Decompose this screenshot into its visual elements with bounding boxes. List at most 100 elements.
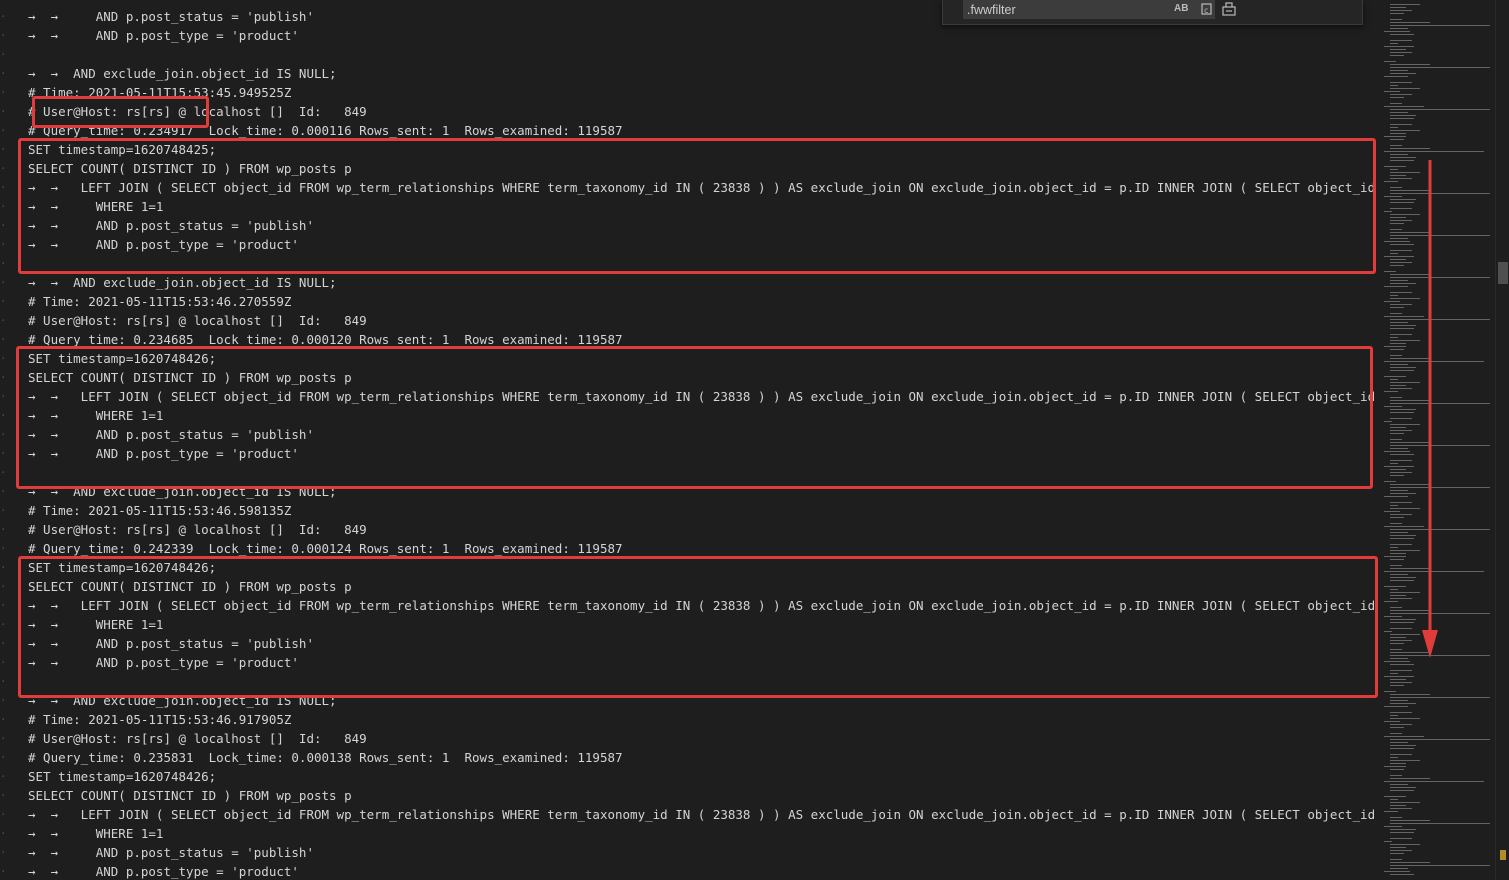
minimap-line xyxy=(1390,175,1406,176)
minimap-line xyxy=(1390,178,1412,179)
scrollbar-thumb[interactable] xyxy=(1498,262,1508,284)
code-line[interactable]: SET timestamp=1620748426; xyxy=(28,767,216,786)
minimap-line xyxy=(1390,343,1406,344)
minimap-line xyxy=(1390,337,1398,338)
code-line[interactable]: → → LEFT JOIN ( SELECT object_id FROM wp… xyxy=(28,805,1380,824)
minimap-line xyxy=(1390,847,1406,848)
vertical-scrollbar[interactable] xyxy=(1495,0,1509,880)
code-line[interactable]: # Time: 2021-05-11T15:53:46.917905Z xyxy=(28,710,291,729)
code-line[interactable]: # User@Host: rs[rs] @ localhost [] Id: 8… xyxy=(28,311,367,330)
match-case-toggle[interactable]: AB xyxy=(1174,1,1188,17)
minimap-line xyxy=(1384,481,1396,482)
code-line[interactable]: → → AND p.post_status = 'publish' xyxy=(28,843,314,862)
gutter-marker: · xyxy=(0,710,5,729)
minimap-line xyxy=(1390,259,1406,260)
minimap-line xyxy=(1390,364,1408,365)
minimap-line xyxy=(1390,253,1398,254)
minimap-line xyxy=(1390,322,1408,323)
minimap-line xyxy=(1390,622,1414,623)
minimap-line xyxy=(1390,103,1402,104)
minimap-line xyxy=(1384,406,1402,407)
code-line[interactable]: # Query_time: 0.235831 Lock_time: 0.0001… xyxy=(28,748,623,767)
minimap-line xyxy=(1390,742,1408,743)
minimap-line xyxy=(1390,670,1412,671)
minimap-line xyxy=(1390,424,1420,425)
minimap-line xyxy=(1390,307,1404,308)
preserve-case-icon[interactable] xyxy=(1221,1,1237,17)
minimap-line xyxy=(1390,850,1412,851)
minimap-line xyxy=(1390,454,1414,455)
minimap-line xyxy=(1390,199,1416,200)
minimap-line xyxy=(1390,115,1416,116)
gutter-marker: · xyxy=(0,235,5,254)
minimap-line xyxy=(1390,769,1404,770)
code-line[interactable]: # User@Host: rs[rs] @ localhost [] Id: 8… xyxy=(28,729,367,748)
query-block-highlight-1 xyxy=(18,138,1376,274)
minimap-line xyxy=(1384,346,1406,347)
minimap-line xyxy=(1390,550,1420,551)
minimap-line xyxy=(1390,88,1420,89)
minimap-line xyxy=(1384,91,1400,92)
code-line[interactable]: # Time: 2021-05-11T15:53:46.598135Z xyxy=(28,501,291,520)
minimap-line xyxy=(1390,7,1406,8)
minimap-line xyxy=(1384,31,1410,32)
code-line[interactable]: # Time: 2021-05-11T15:53:46.270559Z xyxy=(28,292,291,311)
minimap-line xyxy=(1390,790,1414,791)
minimap-line xyxy=(1390,529,1490,530)
gutter-marker: · xyxy=(0,330,5,349)
minimap-line xyxy=(1390,85,1398,86)
minimap-line xyxy=(1390,124,1412,125)
gutter-marker: · xyxy=(0,577,5,596)
gutter-marker: · xyxy=(0,102,5,121)
minimap-line xyxy=(1390,97,1404,98)
minimap-line xyxy=(1384,391,1398,392)
code-line[interactable]: → → AND p.post_type = 'product' xyxy=(28,26,299,45)
minimap-line xyxy=(1390,169,1398,170)
gutter-marker: · xyxy=(0,729,5,748)
minimap-line xyxy=(1390,658,1408,659)
minimap-line xyxy=(1384,661,1410,662)
minimap-line xyxy=(1390,112,1408,113)
minimap-line xyxy=(1390,472,1412,473)
minimap-line xyxy=(1390,127,1398,128)
gutter-marker: · xyxy=(0,748,5,767)
minimap-line xyxy=(1384,136,1406,137)
code-editor[interactable]: · → → AND p.post_status = 'publish' · → → A… xyxy=(0,0,1380,880)
code-line[interactable]: → → AND p.post_status = 'publish' xyxy=(28,7,314,26)
minimap-line xyxy=(1390,109,1490,110)
minimap-line xyxy=(1390,187,1402,188)
minimap-line xyxy=(1390,367,1416,368)
minimap-line xyxy=(1390,292,1412,293)
minimap-line xyxy=(1390,559,1404,560)
minimap-line xyxy=(1384,631,1392,632)
match-word-icon[interactable]: c xyxy=(1199,1,1215,17)
code-line[interactable]: SELECT COUNT( DISTINCT ID ) FROM wp_post… xyxy=(28,786,352,805)
minimap-line xyxy=(1390,637,1406,638)
query-time-highlight xyxy=(32,96,209,128)
code-line[interactable]: → → AND exclude_join.object_id IS NULL; xyxy=(28,64,337,83)
minimap-line xyxy=(1390,595,1406,596)
code-line[interactable]: → → AND p.post_type = 'product' xyxy=(28,862,299,880)
minimap-line xyxy=(1384,61,1396,62)
gutter-marker: · xyxy=(0,805,5,824)
gutter-marker: · xyxy=(0,178,5,197)
code-line[interactable]: → → AND exclude_join.object_id IS NULL; xyxy=(28,273,337,292)
minimap-line xyxy=(1390,139,1404,140)
minimap-line xyxy=(1390,4,1420,5)
minimap-line xyxy=(1390,760,1420,761)
minimap-line xyxy=(1390,820,1430,821)
minimap-line xyxy=(1390,277,1490,278)
gutter-marker: · xyxy=(0,615,5,634)
minimap-line xyxy=(1390,148,1430,149)
minimap-line xyxy=(1390,463,1398,464)
minimap-line xyxy=(1384,871,1410,872)
minimap-line xyxy=(1390,487,1490,488)
gutter-marker: · xyxy=(0,292,5,311)
minimap-line xyxy=(1390,118,1414,119)
minimap-line xyxy=(1390,778,1430,779)
minimap-line xyxy=(1390,154,1408,155)
code-line[interactable]: → → WHERE 1=1 xyxy=(28,824,163,843)
minimap-line xyxy=(1390,673,1398,674)
minimap-line xyxy=(1390,592,1420,593)
code-line[interactable]: # User@Host: rs[rs] @ localhost [] Id: 8… xyxy=(28,520,367,539)
